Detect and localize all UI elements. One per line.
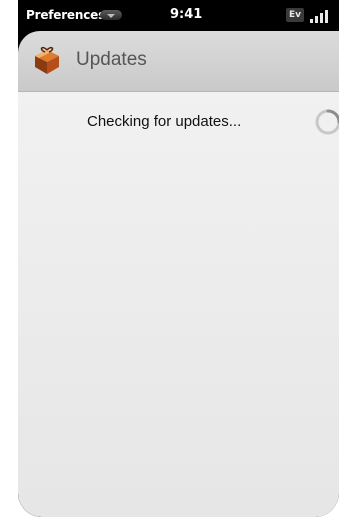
status-bar: Preferences 9:41 Ev (18, 0, 339, 31)
main-content: Checking for updates... (18, 92, 339, 517)
screen: Preferences 9:41 Ev Updates Checking for… (18, 0, 339, 517)
clock: 9:41 (170, 7, 203, 22)
corner-decoration (18, 493, 42, 517)
gift-icon (35, 46, 59, 74)
app-menu-dropdown-icon[interactable] (100, 10, 122, 20)
loading-spinner-icon (315, 109, 339, 135)
page-title: Updates (76, 49, 147, 70)
page-header: Updates (18, 31, 339, 92)
device-frame: Preferences 9:41 Ev Updates Checking for… (0, 0, 343, 517)
status-message: Checking for updates... (87, 113, 242, 130)
network-type-badge: Ev (286, 8, 304, 22)
signal-strength-icon (310, 9, 332, 23)
app-menu-label[interactable]: Preferences (26, 8, 105, 22)
